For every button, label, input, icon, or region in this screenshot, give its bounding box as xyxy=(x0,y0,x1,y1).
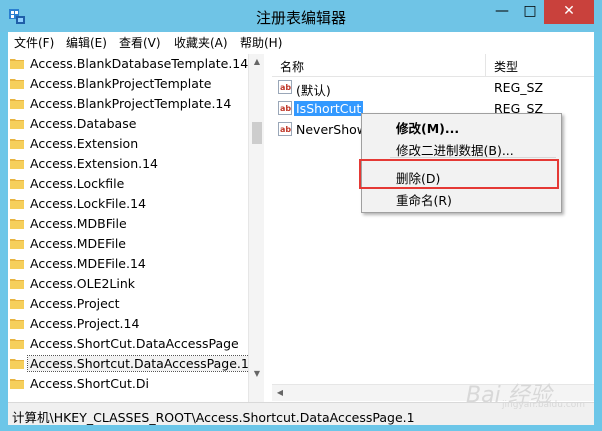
tree-item-label: Access.BlankDatabaseTemplate.14 xyxy=(30,56,249,71)
tree-item[interactable]: Access.Extension.14 xyxy=(8,154,248,174)
pane-splitter[interactable] xyxy=(266,52,271,402)
tree-item-label: Access.Shortcut.DataAccessPage.1 xyxy=(27,355,252,372)
menu-edit[interactable]: 编辑(E) xyxy=(66,34,107,51)
minimize-button[interactable]: — xyxy=(488,0,516,24)
string-value-icon: ab xyxy=(278,101,292,115)
folder-icon xyxy=(10,279,24,289)
tree-item-label: Access.MDBFile xyxy=(30,216,127,231)
value-name: IsShortCut xyxy=(294,101,364,116)
folder-icon xyxy=(10,319,24,329)
folder-icon xyxy=(10,179,24,189)
tree-item[interactable]: Access.MDBFile xyxy=(8,214,248,234)
scroll-left-arrow-icon[interactable]: ◀ xyxy=(272,385,288,401)
status-path: 计算机\HKEY_CLASSES_ROOT\Access.Shortcut.Da… xyxy=(12,410,415,425)
folder-icon xyxy=(10,259,24,269)
tree-item-label: Access.MDEFile.14 xyxy=(30,256,146,271)
watermark-url: jingyan.baidu.com xyxy=(502,400,586,410)
registry-editor-window: 注册表编辑器 — □ ✕ 文件(F) 编辑(E) 查看(V) 收藏夹(A) 帮助… xyxy=(0,0,602,431)
tree-item-label: Access.Extension xyxy=(30,136,139,151)
tree-item[interactable]: Access.Project.14 xyxy=(8,314,248,334)
context-item-modify[interactable]: 修改(M)... xyxy=(396,118,459,137)
string-value-icon: ab xyxy=(278,80,292,94)
menu-bar: 文件(F) 编辑(E) 查看(V) 收藏夹(A) 帮助(H) xyxy=(8,32,594,52)
value-name: (默认) xyxy=(296,83,331,98)
tree-item-label: Access.BlankProjectTemplate.14 xyxy=(30,96,232,111)
maximize-button[interactable]: □ xyxy=(516,0,544,24)
tree-item-label: Access.ShortCut.DataAccessPage xyxy=(30,336,239,351)
value-name: NeverShow xyxy=(296,122,367,137)
tree-item-label: Access.ShortCut.Di xyxy=(30,376,149,391)
menu-file[interactable]: 文件(F) xyxy=(14,34,54,51)
tree-vertical-scrollbar[interactable]: ▲ ▼ xyxy=(248,54,264,402)
tree-item[interactable]: Access.Shortcut.DataAccessPage.1 xyxy=(8,354,252,374)
tree-item[interactable]: Access.Project xyxy=(8,294,248,314)
tree-item-label: Access.Project xyxy=(30,296,120,311)
folder-icon xyxy=(10,59,24,69)
menu-view[interactable]: 查看(V) xyxy=(119,34,161,51)
column-header-name[interactable]: 名称 xyxy=(280,58,304,75)
column-header-type[interactable]: 类型 xyxy=(494,58,518,75)
main-content: Access.ShortCut.Di Access.Shortcut.DataAc… xyxy=(8,52,594,402)
tree-item[interactable]: Access.BlankProjectTemplate xyxy=(8,74,248,94)
folder-icon xyxy=(10,359,24,369)
tree-item[interactable]: Access.Lockfile xyxy=(8,174,248,194)
registry-value-list[interactable]: 名称 类型 ab (默认) REG_SZ ab IsShortCut REG_SZ ab Ne… xyxy=(272,54,594,402)
menu-favorites[interactable]: 收藏夹(A) xyxy=(174,34,228,51)
folder-icon xyxy=(10,99,24,109)
registry-key-tree[interactable]: Access.ShortCut.Di Access.Shortcut.DataAc… xyxy=(8,54,264,402)
list-row[interactable]: ab (默认) REG_SZ xyxy=(272,78,594,98)
tree-item[interactable]: Access.MDEFile xyxy=(8,234,248,254)
tree-item-label: Access.Extension.14 xyxy=(30,156,159,171)
context-menu-divider xyxy=(390,157,556,158)
folder-icon xyxy=(10,139,24,149)
folder-icon xyxy=(10,219,24,229)
tree-item-label: Access.OLE2Link xyxy=(30,276,136,291)
scrollbar-thumb[interactable] xyxy=(252,122,262,144)
column-divider[interactable] xyxy=(485,54,486,76)
title-bar[interactable]: 注册表编辑器 — □ ✕ xyxy=(0,0,602,32)
delete-highlight-box xyxy=(359,159,559,189)
tree-item-label: Access.Lockfile xyxy=(30,176,125,191)
context-item-rename[interactable]: 重命名(R) xyxy=(396,190,452,209)
folder-icon xyxy=(10,199,24,209)
folder-icon xyxy=(10,159,24,169)
folder-icon xyxy=(10,339,24,349)
folder-icon xyxy=(10,379,24,389)
svg-text:ab: ab xyxy=(280,104,291,113)
tree-item[interactable]: Access.OLE2Link xyxy=(8,274,248,294)
string-value-icon: ab xyxy=(278,122,292,136)
close-button[interactable]: ✕ xyxy=(544,0,594,24)
tree-item-label: Access.Database xyxy=(30,116,137,131)
tree-item-label: Access.MDEFile xyxy=(30,236,126,251)
folder-icon xyxy=(10,79,24,89)
folder-icon xyxy=(10,119,24,129)
tree-item-label: Access.LockFile.14 xyxy=(30,196,147,211)
scroll-up-arrow-icon[interactable]: ▲ xyxy=(249,54,264,70)
tree-item[interactable]: Access.ShortCut.Di xyxy=(8,374,248,394)
tree-item[interactable]: Access.ShortCut.DataAccessPage xyxy=(8,334,248,354)
folder-icon xyxy=(10,239,24,249)
tree-item-label: Access.BlankProjectTemplate xyxy=(30,76,212,91)
tree-item[interactable]: Access.Database xyxy=(8,114,248,134)
tree-item-label: Access.Project.14 xyxy=(30,316,140,331)
menu-help[interactable]: 帮助(H) xyxy=(240,34,282,51)
tree-item[interactable]: Access.BlankDatabaseTemplate.14 xyxy=(8,54,248,74)
tree-item[interactable]: Access.BlankProjectTemplate.14 xyxy=(8,94,248,114)
value-type: REG_SZ xyxy=(494,80,544,95)
tree-item[interactable]: Access.LockFile.14 xyxy=(8,194,248,214)
list-header: 名称 类型 xyxy=(272,54,594,77)
svg-text:ab: ab xyxy=(280,83,291,92)
tree-item[interactable]: Access.Extension xyxy=(8,134,248,154)
scroll-down-arrow-icon[interactable]: ▼ xyxy=(249,366,264,382)
svg-text:ab: ab xyxy=(280,125,291,134)
tree-item[interactable]: Access.MDEFile.14 xyxy=(8,254,248,274)
folder-icon xyxy=(10,299,24,309)
